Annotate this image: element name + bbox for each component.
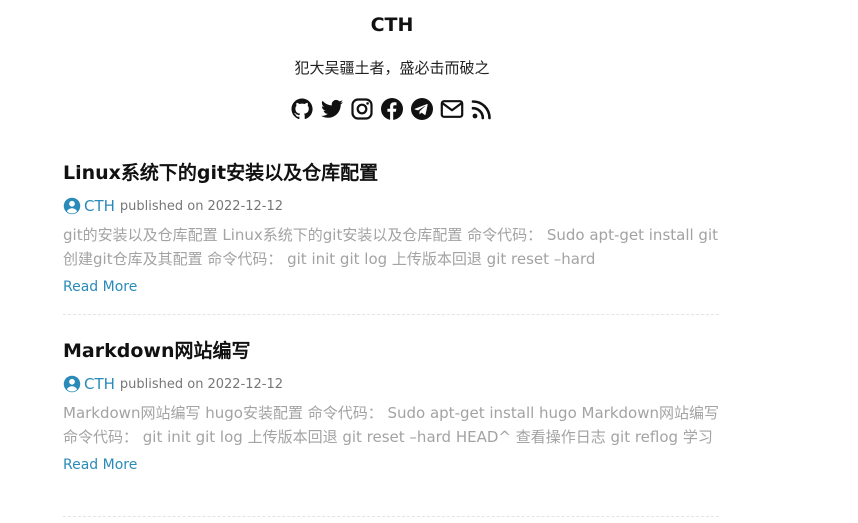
post-card: Markdown网站编写 CTH published on 2022-12-12…: [63, 339, 723, 473]
post-card: Linux系统下的git安装以及仓库配置 CTH published on 20…: [63, 161, 723, 295]
instagram-link[interactable]: [350, 97, 374, 121]
twitter-icon: [321, 99, 343, 118]
github-icon: [291, 98, 313, 120]
post-title[interactable]: Linux系统下的git安装以及仓库配置: [63, 161, 378, 185]
post-divider: [63, 516, 719, 517]
telegram-link[interactable]: [410, 97, 434, 121]
facebook-link[interactable]: [380, 97, 404, 121]
read-more-link[interactable]: Read More: [63, 457, 137, 473]
github-link[interactable]: [290, 97, 314, 121]
post-meta: CTH published on 2022-12-12: [63, 373, 723, 395]
published-label: published on: [119, 198, 204, 214]
facebook-icon: [381, 98, 403, 120]
post-author[interactable]: CTH: [84, 375, 115, 393]
post-summary: git的安装以及仓库配置 Linux系统下的git安装以及仓库配置 命令代码： …: [63, 226, 719, 268]
email-icon: [440, 100, 464, 118]
site-title[interactable]: CTH: [0, 14, 784, 36]
rss-link[interactable]: [470, 97, 494, 121]
user-circle-icon: [63, 197, 81, 215]
read-more-link[interactable]: Read More: [63, 279, 137, 295]
post-summary: Markdown网站编写 hugo安装配置 命令代码： Sudo apt-get…: [63, 404, 719, 446]
telegram-icon: [411, 98, 433, 120]
post-meta: CTH published on 2022-12-12: [63, 195, 723, 217]
post-date: 2022-12-12: [207, 376, 284, 392]
post-divider: [63, 314, 719, 315]
site-tagline: 犯大吴疆土者，盛必击而破之: [294, 59, 490, 77]
rss-icon: [471, 100, 491, 120]
post-title[interactable]: Markdown网站编写: [63, 339, 250, 363]
post-author[interactable]: CTH: [84, 197, 115, 215]
social-links: [0, 97, 784, 121]
instagram-icon: [351, 98, 373, 120]
user-circle-icon: [63, 375, 81, 393]
published-label: published on: [119, 376, 204, 392]
twitter-link[interactable]: [320, 97, 344, 121]
post-date: 2022-12-12: [207, 198, 284, 214]
email-link[interactable]: [440, 97, 464, 121]
